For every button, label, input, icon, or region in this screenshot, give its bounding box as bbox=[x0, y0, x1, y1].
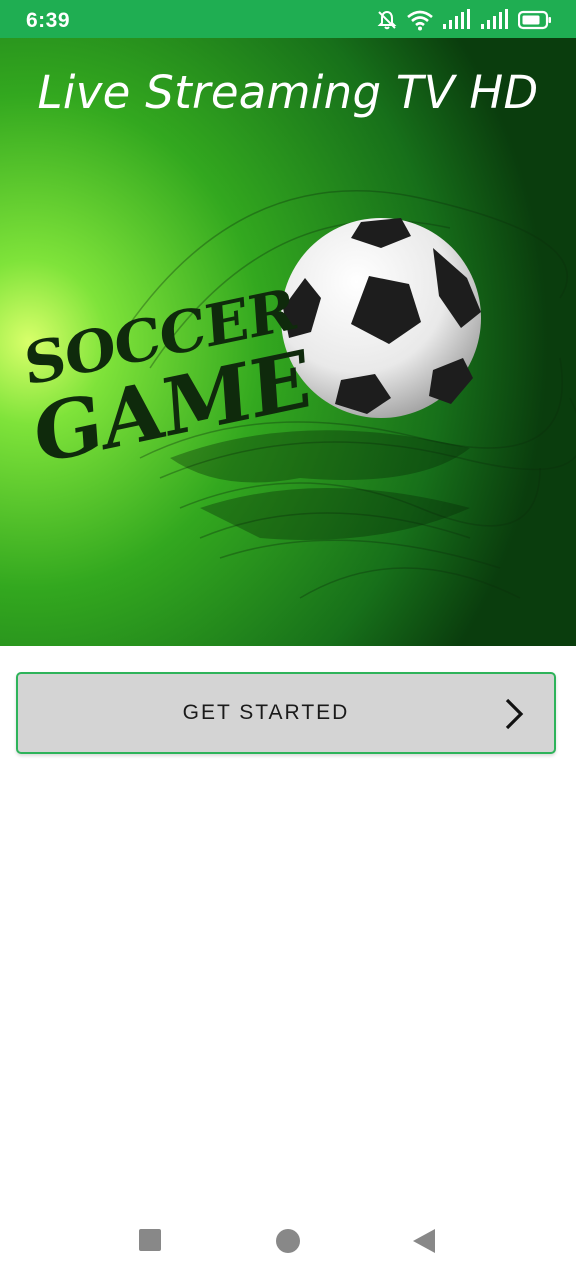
battery-icon bbox=[518, 10, 552, 30]
system-nav-bar bbox=[0, 1200, 576, 1280]
recents-square-icon[interactable] bbox=[138, 1228, 162, 1256]
status-icons bbox=[376, 8, 552, 32]
hero-banner: Live Streaming TV HD SOCCER GAME bbox=[0, 38, 576, 646]
get-started-label: GET STARTED bbox=[182, 701, 350, 724]
signal-icon-2 bbox=[480, 9, 510, 31]
signal-icon bbox=[442, 9, 472, 31]
soccer-ball bbox=[281, 218, 481, 418]
home-circle-icon[interactable] bbox=[275, 1228, 301, 1258]
status-time: 6:39 bbox=[26, 9, 71, 32]
back-triangle-icon[interactable] bbox=[412, 1228, 436, 1258]
bell-off-icon bbox=[376, 9, 398, 31]
chevron-right-icon bbox=[504, 698, 524, 734]
wifi-icon bbox=[406, 9, 434, 31]
status-bar: 6:39 bbox=[0, 0, 576, 38]
get-started-button[interactable]: GET STARTED bbox=[16, 672, 556, 754]
app-title: Live Streaming TV HD bbox=[37, 66, 539, 119]
